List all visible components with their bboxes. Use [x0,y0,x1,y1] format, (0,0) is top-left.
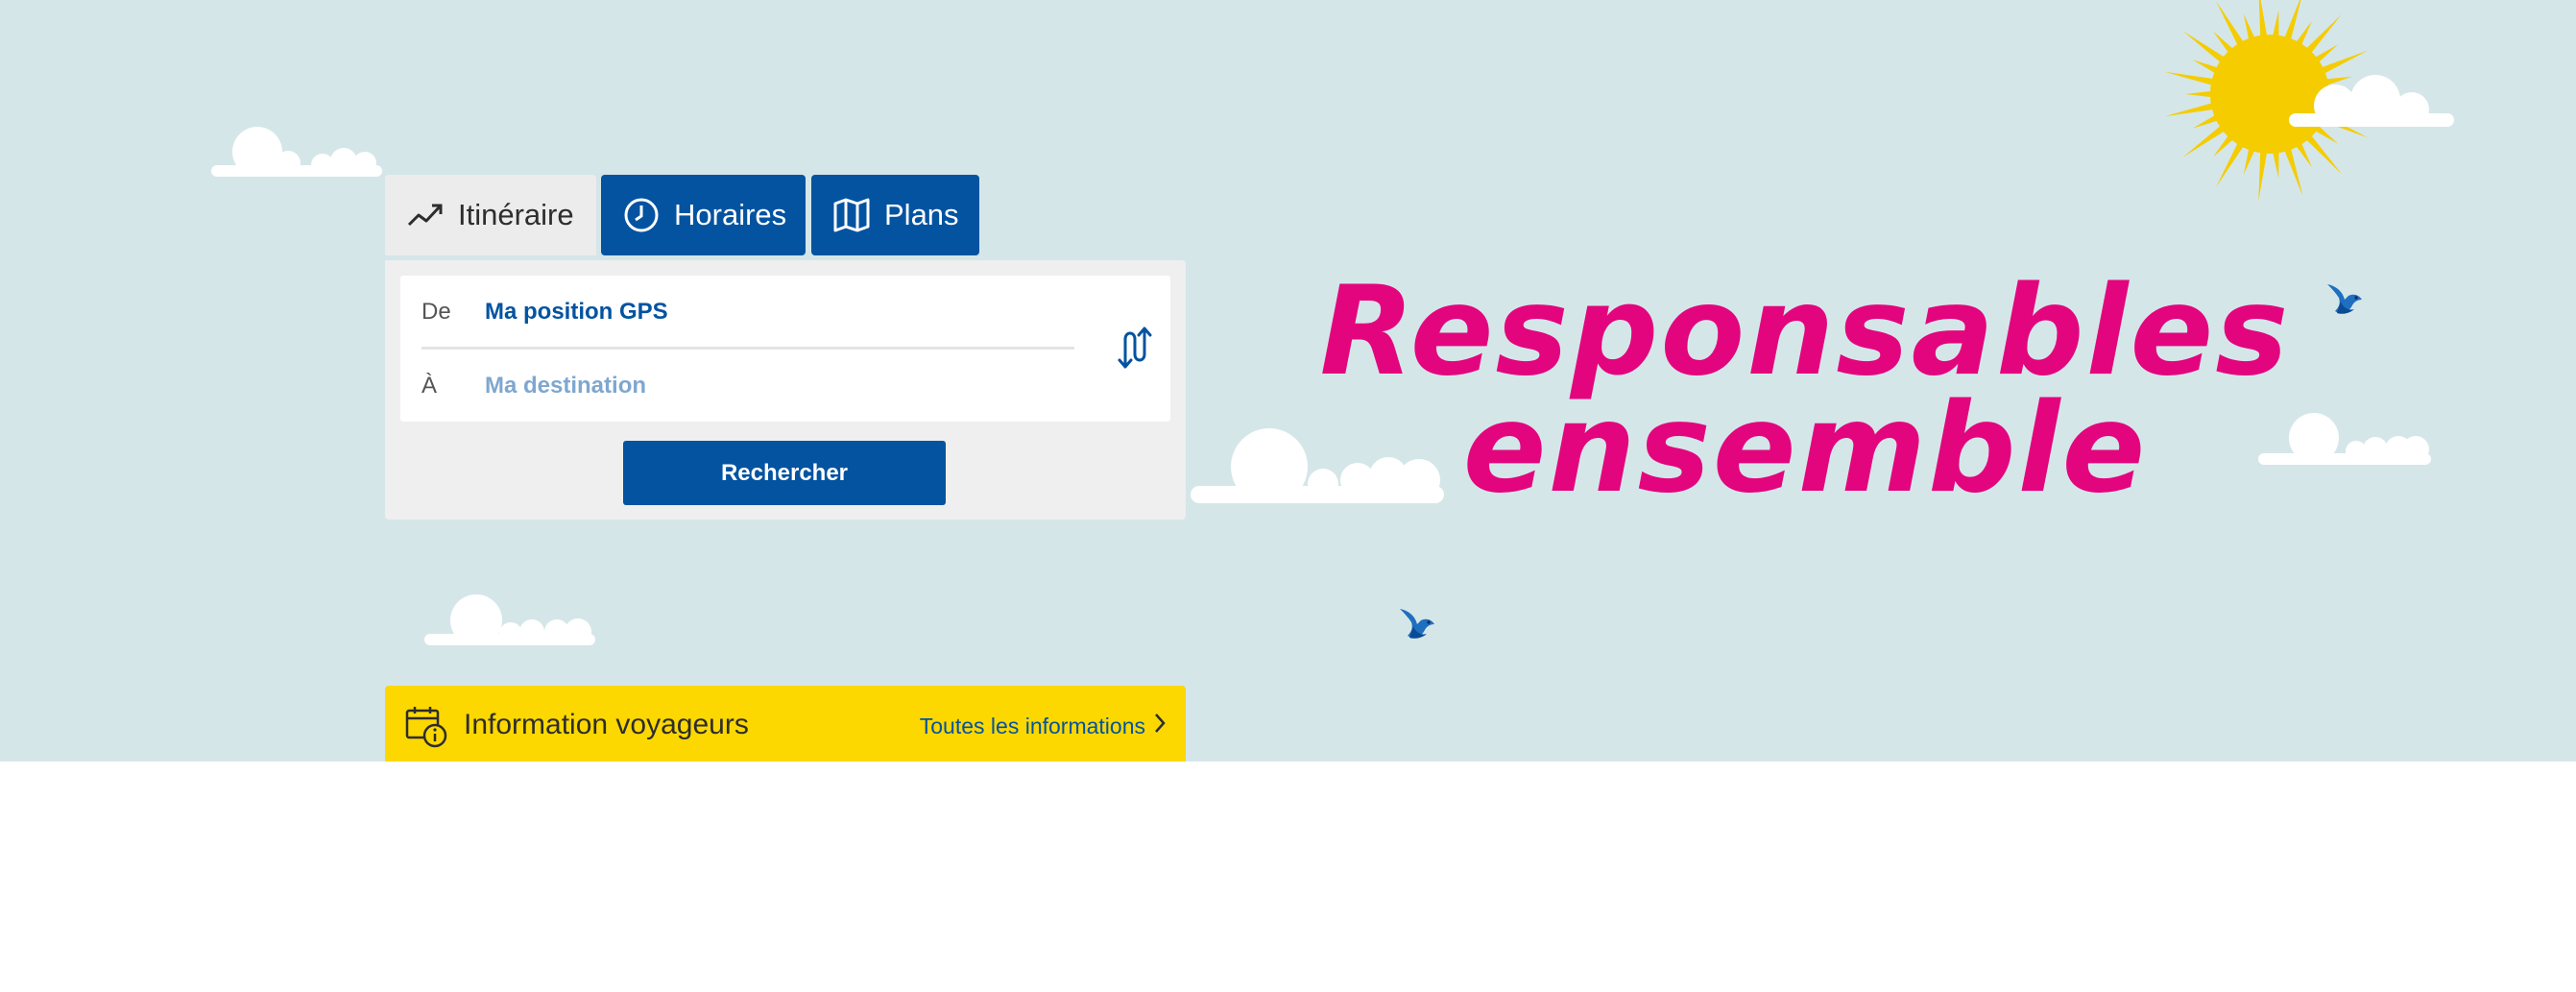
hero-headline: Responsables ensemble [1277,260,2333,520]
itinerary-panel: De Ma position GPS À Ma destination Rech… [385,260,1186,520]
traveler-info-bar: Information voyageurs Toutes les informa… [385,686,1186,762]
tab-label: Plans [884,198,959,231]
tab-label: Itinéraire [458,198,574,231]
cloud-illustration [211,127,382,177]
from-field[interactable]: Ma position GPS [485,299,668,326]
info-title: Information voyageurs [464,709,749,740]
calendar-info-icon [404,705,448,754]
field-divider [421,347,1074,350]
tab-itineraire[interactable]: Itinéraire [385,175,596,255]
hero-banner: Itinéraire Horaires Plans De Ma position… [0,0,2576,762]
bird-illustration [1400,609,1434,639]
itinerary-fields: De Ma position GPS À Ma destination [400,276,1170,422]
tab-plans[interactable]: Plans [811,175,979,255]
all-info-link[interactable]: Toutes les informations [920,712,1167,740]
tab-label: Horaires [674,198,787,231]
cloud-illustration [2289,75,2454,127]
all-info-link-label: Toutes les informations [919,713,1145,738]
cloud-illustration [424,594,595,645]
from-label: De [421,299,451,325]
headline-line: ensemble [1462,377,2148,520]
swap-icon[interactable] [1114,324,1152,370]
chevron-right-icon [1153,712,1167,740]
clock-icon [622,196,661,234]
to-field[interactable]: Ma destination [485,373,646,399]
tab-horaires[interactable]: Horaires [601,175,806,255]
trend-line-icon [406,196,445,234]
search-button[interactable]: Rechercher [623,441,946,505]
to-label: À [421,373,438,399]
headline-line: Responsables [1319,260,2291,403]
map-icon [832,196,871,234]
